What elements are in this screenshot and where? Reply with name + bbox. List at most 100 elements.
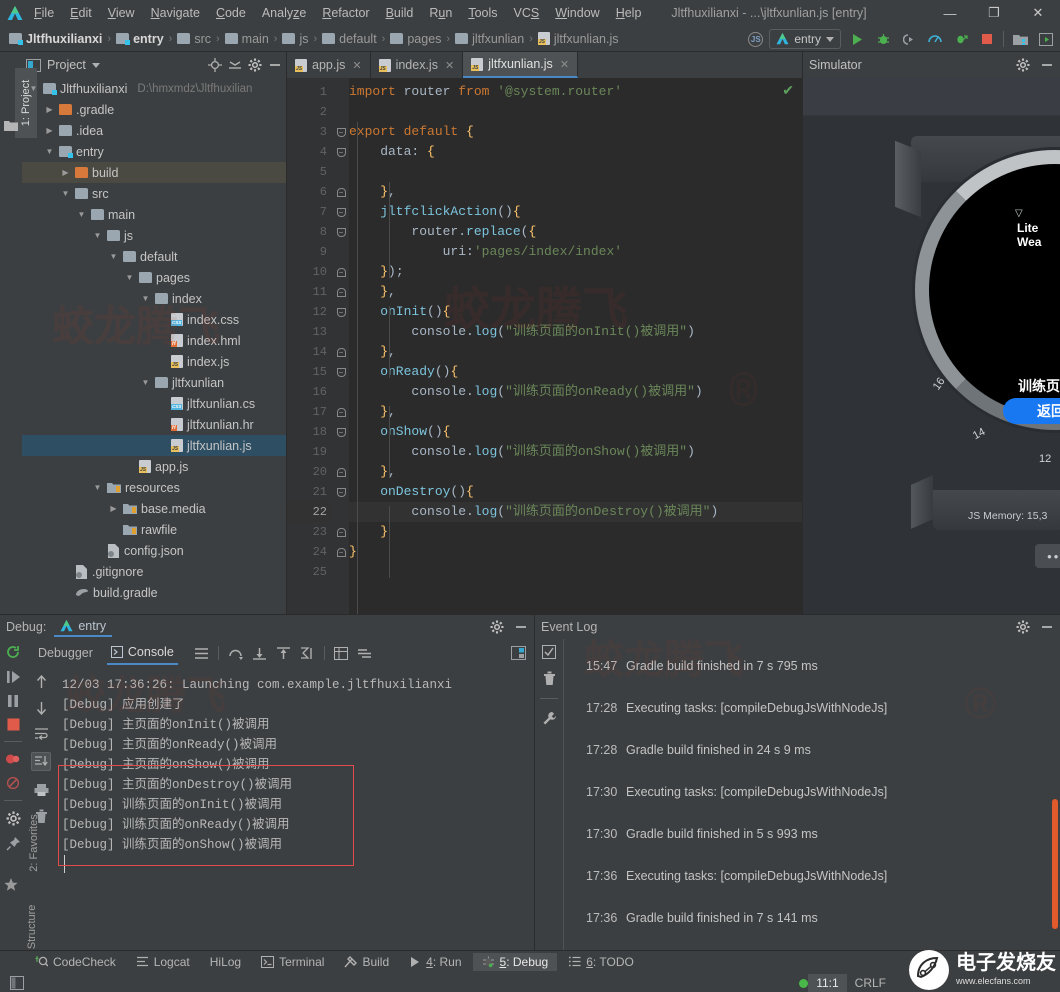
chevron-down-icon[interactable]: ▼ bbox=[108, 252, 119, 261]
layout-icon[interactable] bbox=[357, 647, 372, 660]
clear-icon[interactable] bbox=[543, 671, 556, 686]
fold-box[interactable]: − bbox=[336, 287, 346, 297]
tree-node[interactable]: ▶ .gradle bbox=[22, 99, 286, 120]
menu-edit[interactable]: Edit bbox=[62, 3, 100, 23]
event-log-row[interactable]: 17:36 Executing tasks: [compileDebugJsWit… bbox=[564, 855, 1060, 897]
window-maximize-button[interactable]: ❐ bbox=[972, 0, 1016, 26]
chevron-down-icon[interactable] bbox=[91, 62, 100, 68]
fold-box[interactable]: − bbox=[336, 467, 346, 477]
fold-box[interactable]: − bbox=[336, 407, 346, 417]
tree-node[interactable]: jltfxunlian.js bbox=[22, 435, 286, 456]
run-with-coverage-icon[interactable] bbox=[951, 29, 971, 49]
fold-toggle-icon[interactable]: − bbox=[333, 302, 349, 322]
project-structure-icon[interactable] bbox=[1010, 29, 1030, 49]
close-icon[interactable]: ✕ bbox=[560, 58, 569, 71]
js-badge-icon[interactable]: JS bbox=[748, 31, 764, 47]
tree-node[interactable]: jltfxunlian.cs bbox=[22, 393, 286, 414]
tab-console[interactable]: Console bbox=[106, 641, 178, 665]
tree-node[interactable]: .gitignore bbox=[22, 561, 286, 582]
menu-tools[interactable]: Tools bbox=[460, 3, 505, 23]
rerun-icon[interactable] bbox=[6, 645, 21, 660]
run-to-cursor-icon[interactable] bbox=[300, 646, 315, 660]
tree-node[interactable]: ▼ Jltfhuxilianxi D:\hmxmdz\Jltfhuxilian bbox=[22, 78, 286, 99]
stop-icon[interactable] bbox=[977, 29, 997, 49]
step-out-icon[interactable] bbox=[276, 646, 291, 660]
tree-node[interactable]: ▼ entry bbox=[22, 141, 286, 162]
run-configuration-selector[interactable]: entry bbox=[769, 29, 841, 49]
hide-icon[interactable] bbox=[514, 620, 528, 634]
scroll-up-icon[interactable] bbox=[35, 675, 48, 689]
hide-icon[interactable] bbox=[1040, 620, 1054, 634]
mark-read-icon[interactable] bbox=[542, 645, 556, 659]
breadcrumb-item-src[interactable]: src bbox=[174, 32, 214, 46]
chevron-down-icon[interactable]: ▼ bbox=[44, 147, 55, 156]
fold-box[interactable]: − bbox=[336, 147, 346, 157]
chevron-down-icon[interactable]: ▼ bbox=[28, 84, 39, 93]
tree-node[interactable]: ▶ .idea bbox=[22, 120, 286, 141]
chevron-down-icon[interactable]: ▼ bbox=[140, 294, 151, 303]
event-log-row[interactable]: 17:36 Gradle build finished in 7 s 141 ms bbox=[564, 897, 1060, 939]
fold-box[interactable]: − bbox=[336, 527, 346, 537]
menu-window[interactable]: Window bbox=[547, 3, 607, 23]
preview-icon[interactable] bbox=[1036, 29, 1056, 49]
code-folding-gutter[interactable]: − − − − − − − − − − − − − − − − bbox=[333, 78, 349, 614]
tab-debugger[interactable]: Debugger bbox=[34, 642, 97, 664]
chevron-right-icon[interactable]: ▶ bbox=[108, 504, 119, 513]
tree-node[interactable]: ▼ resources bbox=[22, 477, 286, 498]
chevron-right-icon[interactable]: ▶ bbox=[44, 105, 55, 114]
tree-node[interactable]: rawfile bbox=[22, 519, 286, 540]
debug-icon[interactable] bbox=[873, 29, 893, 49]
watch-back-button[interactable]: 返回 bbox=[1003, 398, 1060, 424]
tree-node[interactable]: index.js bbox=[22, 351, 286, 372]
event-log-row[interactable]: 17:30 Gradle build finished in 5 s 993 ms bbox=[564, 813, 1060, 855]
tree-node[interactable]: index.css bbox=[22, 309, 286, 330]
simulator-canvas[interactable]: 16 14 12 ▽ Lite Wea 训练页 返回 JS Memory: 15… bbox=[803, 78, 1060, 614]
tool-button-run[interactable]: 4: Run bbox=[400, 953, 470, 971]
fold-toggle-icon[interactable]: − bbox=[333, 282, 349, 302]
pause-icon[interactable] bbox=[6, 694, 20, 708]
fold-box[interactable]: − bbox=[336, 367, 346, 377]
hide-icon[interactable] bbox=[268, 58, 282, 72]
print-icon[interactable] bbox=[34, 783, 49, 797]
project-tree[interactable]: ▼ Jltfhuxilianxi D:\hmxmdz\Jltfhuxilian ▶ .g… bbox=[22, 78, 286, 614]
menu-run[interactable]: Run bbox=[421, 3, 460, 23]
code-editor[interactable]: 1 2 3 4 5 6 7 8 9 10 11 12 13 14 15 16 17 18 19 20 21 22 23 24 2… bbox=[287, 78, 802, 614]
tree-node[interactable]: ▼ pages bbox=[22, 267, 286, 288]
fold-toggle-icon[interactable]: − bbox=[333, 482, 349, 502]
tool-button-terminal[interactable]: Terminal bbox=[252, 953, 333, 971]
event-log-list[interactable]: 15:47 Gradle build finished in 7 s 795 ms… bbox=[563, 639, 1060, 950]
fold-toggle-icon[interactable]: − bbox=[333, 542, 349, 562]
breadcrumb-item-default[interactable]: default bbox=[319, 32, 380, 46]
simulator-more-button[interactable]: ••• bbox=[1035, 544, 1060, 568]
scroll-down-icon[interactable] bbox=[35, 701, 48, 715]
event-log-row[interactable]: 17:28 Gradle build finished in 24 s 9 ms bbox=[564, 729, 1060, 771]
chevron-down-icon[interactable]: ▼ bbox=[92, 231, 103, 240]
hide-icon[interactable] bbox=[1040, 58, 1054, 72]
sidebar-item-favorites[interactable]: 2: Favorites bbox=[23, 800, 45, 886]
run-icon[interactable] bbox=[847, 29, 867, 49]
gear-icon[interactable] bbox=[248, 58, 262, 72]
tool-button-build[interactable]: Build bbox=[335, 953, 398, 971]
caret-position[interactable]: 11:1 bbox=[808, 974, 847, 992]
close-icon[interactable]: ✕ bbox=[445, 59, 454, 72]
fold-toggle-icon[interactable]: − bbox=[333, 402, 349, 422]
evaluate-icon[interactable] bbox=[333, 646, 348, 660]
chevron-down-icon[interactable]: ▼ bbox=[60, 189, 71, 198]
menu-view[interactable]: View bbox=[100, 3, 143, 23]
chevron-down-icon[interactable]: ▼ bbox=[140, 378, 151, 387]
settings-wrench-icon[interactable] bbox=[542, 711, 557, 726]
collapse-all-icon[interactable] bbox=[228, 58, 242, 72]
tree-node[interactable]: index.hml bbox=[22, 330, 286, 351]
tree-node[interactable]: ▼ src bbox=[22, 183, 286, 204]
pin-icon[interactable] bbox=[6, 836, 21, 851]
menu-code[interactable]: Code bbox=[208, 3, 254, 23]
chevron-down-icon[interactable]: ▼ bbox=[92, 483, 103, 492]
fold-toggle-icon[interactable]: − bbox=[333, 462, 349, 482]
menu-help[interactable]: Help bbox=[608, 3, 650, 23]
mute-breakpoints-icon[interactable] bbox=[6, 776, 21, 790]
tree-node[interactable]: app.js bbox=[22, 456, 286, 477]
window-close-button[interactable]: ✕ bbox=[1016, 0, 1060, 26]
menu-build[interactable]: Build bbox=[378, 3, 422, 23]
menu-navigate[interactable]: Navigate bbox=[143, 3, 208, 23]
breadcrumb-item-main[interactable]: main bbox=[222, 32, 272, 46]
